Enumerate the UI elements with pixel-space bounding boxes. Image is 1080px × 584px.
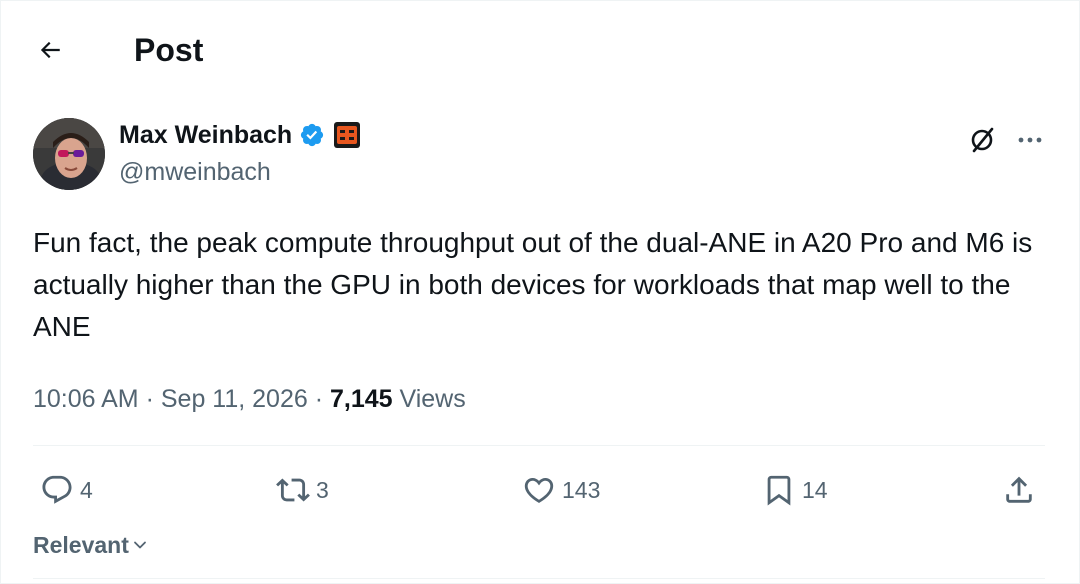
repost-count: 3 (316, 476, 329, 503)
page-title: Post (134, 32, 204, 68)
reply-icon (40, 473, 74, 507)
repost-button[interactable]: 3 (276, 470, 329, 510)
like-button[interactable]: 143 (522, 470, 600, 510)
tweet-meta: 10:06 AM · Sep 11, 2026 · 7,145 Views (33, 382, 466, 416)
more-options-button[interactable] (1010, 120, 1050, 160)
arrow-left-icon (37, 37, 63, 63)
meta-separator: · (138, 385, 161, 413)
share-icon (1002, 473, 1036, 507)
sort-replies-dropdown[interactable]: Relevant (33, 530, 148, 560)
like-count: 143 (562, 476, 601, 503)
repost-icon (276, 473, 310, 507)
divider (33, 445, 1045, 446)
bookmark-icon (762, 473, 796, 507)
views-count[interactable]: 7,145 (330, 385, 393, 413)
verified-badge-icon[interactable] (299, 122, 325, 148)
bookmark-button[interactable]: 14 (762, 470, 828, 510)
divider (33, 578, 1045, 579)
sort-label: Relevant (33, 532, 129, 558)
author-name[interactable]: Max Weinbach (119, 120, 292, 150)
reply-button[interactable]: 4 (40, 470, 93, 510)
header: Post (0, 0, 1080, 100)
tweet-time[interactable]: 10:06 AM (33, 385, 139, 413)
avatar[interactable] (33, 118, 105, 190)
views-label: Views (392, 385, 466, 413)
tweet-text: Fun fact, the peak compute throughput ou… (33, 227, 1033, 342)
grok-icon (967, 125, 997, 155)
affiliate-badge-icon[interactable] (333, 121, 361, 149)
grok-button[interactable] (962, 120, 1002, 160)
more-horizontal-icon (1016, 135, 1044, 145)
reply-count: 4 (80, 476, 93, 503)
author-handle[interactable]: @mweinbach (119, 157, 271, 187)
share-button[interactable] (1002, 470, 1036, 510)
author-name-row: Max Weinbach (119, 120, 361, 150)
meta-separator: · (307, 385, 330, 413)
chevron-down-icon (132, 537, 148, 553)
back-button[interactable] (30, 30, 70, 70)
bookmark-count: 14 (802, 476, 828, 503)
tweet-date[interactable]: Sep 11, 2026 (161, 385, 308, 413)
heart-icon (522, 473, 556, 507)
